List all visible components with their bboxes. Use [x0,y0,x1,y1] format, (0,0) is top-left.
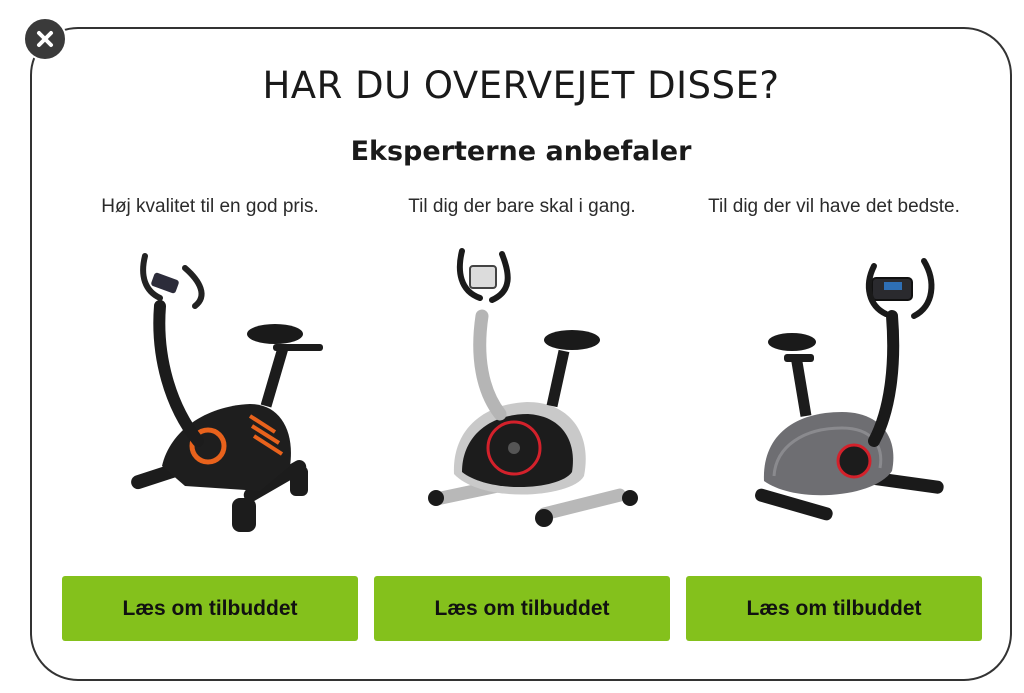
close-icon [37,31,53,47]
read-offer-button-2[interactable]: Læs om tilbuddet [374,576,670,641]
product-card-2: Til dig der bare skal i gang. [366,192,678,546]
close-button[interactable] [23,17,67,61]
product-image-bike-3[interactable] [678,236,990,546]
product-tagline: Til dig der bare skal i gang. [408,196,636,217]
product-tagline: Høj kvalitet til en god pris. [101,196,319,217]
modal-title: HAR DU OVERVEJET DISSE? [262,64,780,107]
read-offer-button-3[interactable]: Læs om tilbuddet [686,576,982,641]
page: HAR DU OVERVEJET DISSE? Eksperterne anbe… [0,0,1024,693]
product-card-3: Til dig der vil have det bedste. [678,192,990,546]
product-image-bike-1[interactable] [54,236,366,546]
exercise-bike-black-orange-image [131,253,323,532]
read-offer-button-1[interactable]: Læs om tilbuddet [62,576,358,641]
product-tagline: Til dig der vil have det bedste. [708,196,960,217]
product-card-1: Høj kvalitet til en god pris. [54,192,366,546]
exercise-bike-grey-image [755,258,944,521]
modal-subtitle: Eksperterne anbefaler [350,136,692,167]
exercise-bike-silver-black-image [428,248,638,527]
product-image-bike-2[interactable] [366,236,678,546]
